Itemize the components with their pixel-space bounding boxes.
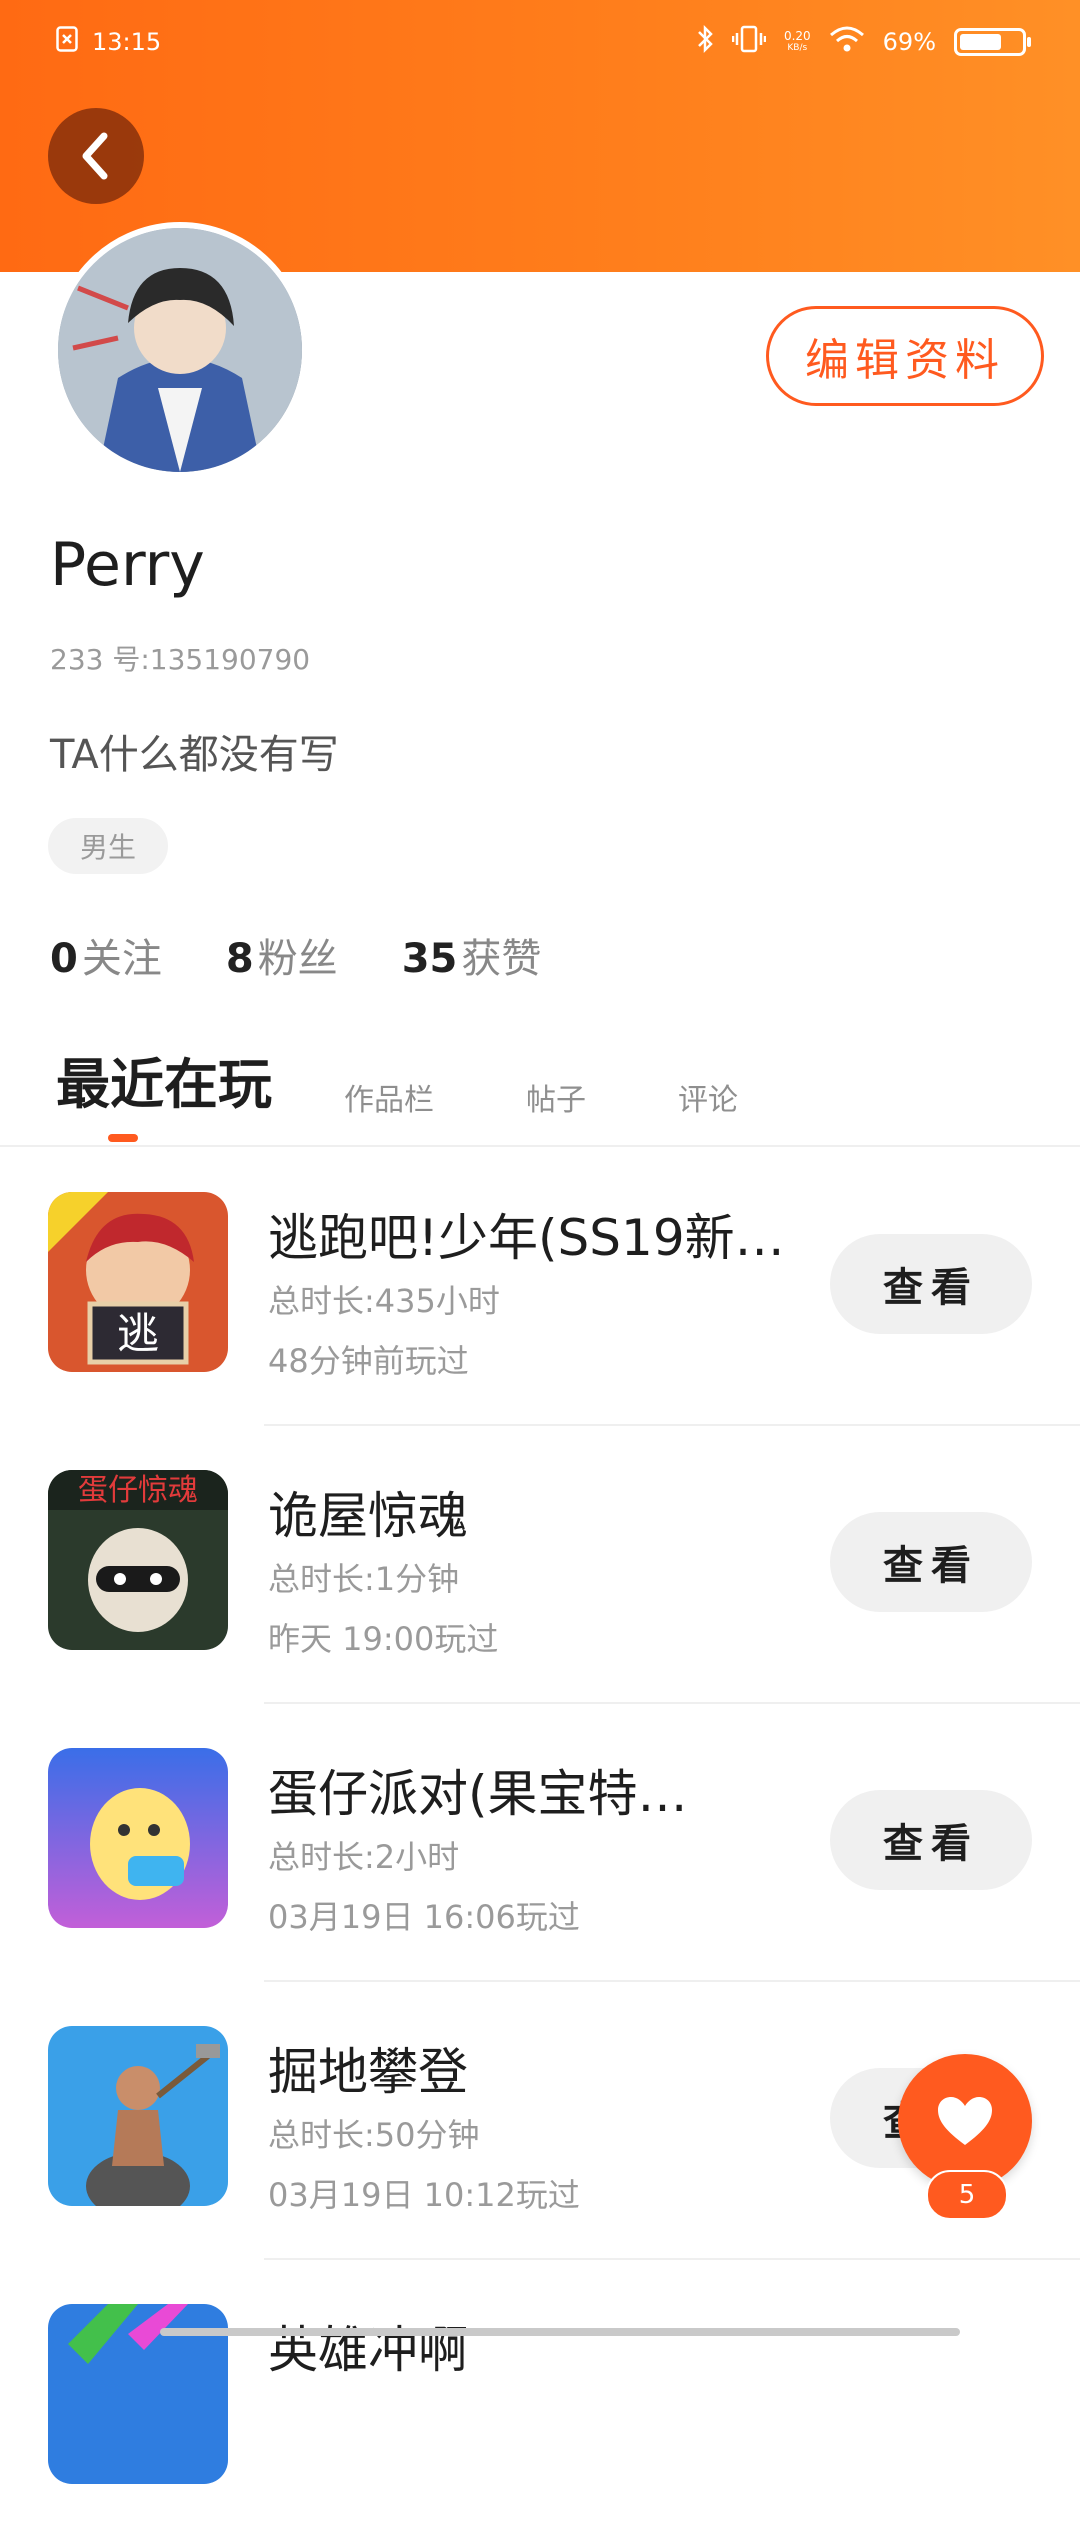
active-tab-indicator (108, 1134, 138, 1142)
like-button[interactable] (898, 2054, 1032, 2188)
list-item[interactable]: 蛋仔派对(果宝特… 总时长:2小时 03月19日 16:06玩过 查看 (0, 1704, 1080, 1982)
list-item[interactable]: 英雄冲啊 (0, 2260, 1080, 2538)
game-duration: 总时长:1分钟 (268, 1560, 460, 1598)
game-duration: 总时长:435小时 (268, 1282, 500, 1320)
view-button[interactable]: 查看 (830, 1512, 1032, 1612)
stat-following[interactable]: 0 关注 (50, 926, 162, 984)
vibrate-icon (731, 24, 767, 60)
game-last-played: 03月19日 10:12玩过 (268, 2176, 580, 2214)
view-button[interactable]: 查看 (830, 1790, 1032, 1890)
status-bar: 13:15 0.20 KB/s 69% (0, 0, 1080, 84)
game-duration: 总时长:2小时 (268, 1838, 460, 1876)
tab-recently-played[interactable]: 最近在玩 (56, 1040, 272, 1133)
heart-icon (938, 2097, 992, 2145)
game-last-played: 昨天 19:00玩过 (268, 1620, 499, 1658)
edit-profile-button[interactable]: 编辑资料 (766, 306, 1044, 406)
game-title: 掘地攀登 (268, 2043, 468, 2101)
gender-tag: 男生 (48, 818, 168, 874)
net-speed: 0.20 KB/s (783, 29, 811, 53)
svg-text:逃: 逃 (117, 1309, 159, 1358)
game-last-played: 48分钟前玩过 (268, 1342, 469, 1380)
game-title: 诡屋惊魂 (268, 1487, 468, 1545)
battery-percent: 69% (882, 28, 936, 56)
game-title: 蛋仔派对(果宝特… (268, 1765, 688, 1823)
list-item[interactable]: 逃 逃跑吧!少年(SS19新… 总时长:435小时 48分钟前玩过 查看 (0, 1148, 1080, 1426)
view-button[interactable]: 查看 (830, 1234, 1032, 1334)
game-title: 英雄冲啊 (268, 2321, 468, 2379)
profile-bio: TA什么都没有写 (50, 732, 339, 778)
stat-likes[interactable]: 35 获赞 (402, 926, 542, 984)
profile-name: Perry (50, 530, 205, 600)
notification-icon (56, 26, 78, 58)
tab-comments[interactable]: 评论 (678, 1075, 738, 1133)
eggy-party-game-icon (48, 1748, 228, 1928)
tab-posts[interactable]: 帖子 (526, 1075, 586, 1133)
getting-over-it-game-icon (48, 2026, 228, 2206)
tab-divider (0, 1145, 1080, 1147)
list-item[interactable]: 蛋仔惊魂 诡屋惊魂 总时长:1分钟 昨天 19:00玩过 查看 (0, 1426, 1080, 1704)
like-count-badge: 5 (926, 2170, 1008, 2220)
profile-uid: 233 号:135190790 (50, 643, 311, 676)
battery-level (960, 34, 1001, 50)
tab-works[interactable]: 作品栏 (344, 1075, 434, 1133)
chevron-left-icon (82, 132, 108, 180)
back-button[interactable] (48, 108, 144, 204)
profile-stats: 0 关注 8 粉丝 35 获赞 (50, 926, 541, 984)
status-time: 13:15 (92, 28, 162, 56)
profile-tabs: 最近在玩 作品栏 帖子 评论 (56, 1040, 830, 1133)
home-indicator[interactable] (160, 2328, 960, 2336)
haunted-house-game-icon: 蛋仔惊魂 (48, 1470, 228, 1650)
wifi-icon (829, 25, 865, 59)
game-duration: 总时长:50分钟 (268, 2116, 480, 2154)
battery-icon (954, 28, 1031, 56)
game-title: 逃跑吧!少年(SS19新… (268, 1209, 785, 1267)
stat-followers[interactable]: 8 粉丝 (226, 926, 338, 984)
escape-game-icon: 逃 (48, 1192, 228, 1372)
game-last-played: 03月19日 16:06玩过 (268, 1898, 580, 1936)
bluetooth-icon (696, 24, 714, 60)
avatar[interactable] (52, 222, 308, 478)
svg-text:蛋仔惊魂: 蛋仔惊魂 (78, 1473, 198, 1508)
